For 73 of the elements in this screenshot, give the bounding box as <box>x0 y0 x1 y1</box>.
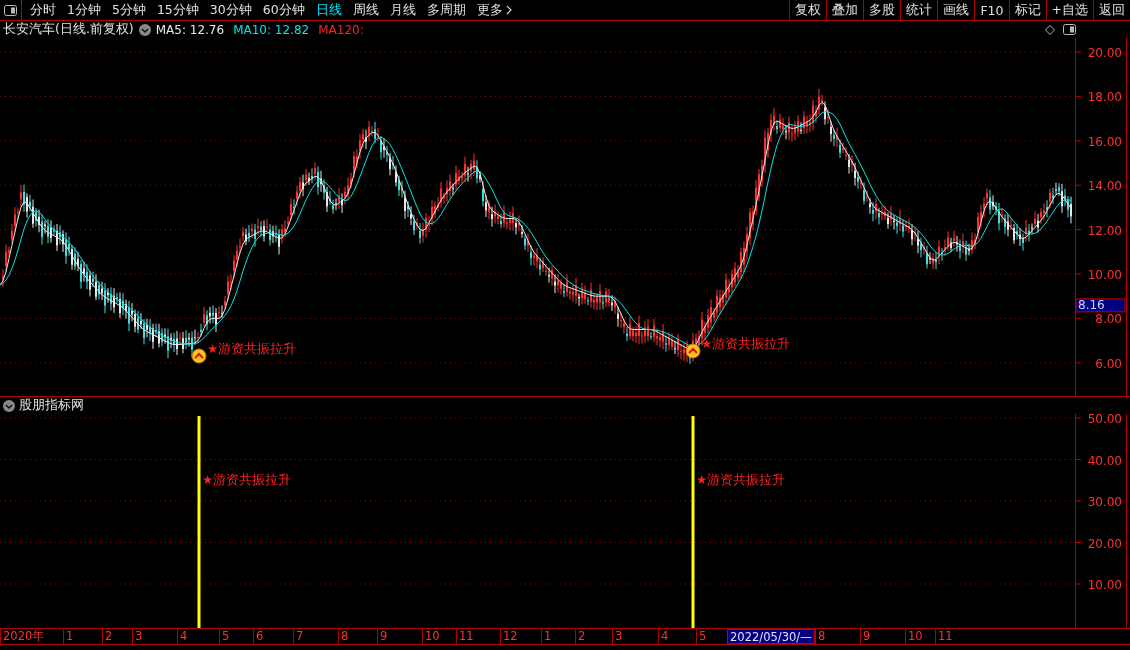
signal-marker-icon <box>191 348 207 364</box>
signal-label: ★游资共振拉升 <box>202 472 292 487</box>
price-tick: 14.00 <box>1087 179 1122 194</box>
indicator-tick: 50.00 <box>1087 414 1122 426</box>
price-tick: 10.00 <box>1087 268 1122 282</box>
period-tab[interactable]: 5分钟 <box>111 1 146 19</box>
price-tick: 16.00 <box>1087 134 1122 149</box>
price-tag: 8.16 <box>1075 297 1126 313</box>
date-label: 10 <box>905 629 935 644</box>
dropdown-icon[interactable] <box>138 23 151 36</box>
price-tick: 18.00 <box>1087 90 1122 105</box>
date-label: 4 <box>658 629 696 644</box>
indicator-tick: 30.00 <box>1087 495 1122 509</box>
toolbar-button[interactable]: 标记 <box>1008 0 1046 20</box>
price-tick: 8.00 <box>1095 312 1122 327</box>
date-label: 12 <box>500 629 541 644</box>
price-tick: 6.00 <box>1095 356 1122 371</box>
indicator-tick: 20.00 <box>1087 536 1122 551</box>
date-label: 3 <box>132 629 177 644</box>
date-label: 4 <box>177 629 219 644</box>
date-label: 11 <box>456 629 500 644</box>
date-label: 8 <box>338 629 377 644</box>
toolbar-button[interactable]: +自选 <box>1045 0 1093 20</box>
indicator-tick: 40.00 <box>1087 453 1122 468</box>
toolbar-button[interactable]: 多股 <box>863 0 901 20</box>
toolbar-button[interactable]: 叠加 <box>826 0 864 20</box>
panel-icon[interactable] <box>1063 24 1076 35</box>
date-label: 3 <box>612 629 658 644</box>
panel-icon[interactable] <box>4 4 17 16</box>
date-label: 11 <box>935 629 970 644</box>
date-label: 10 <box>422 629 456 644</box>
more-menu[interactable]: 更多 <box>476 1 512 19</box>
ma-value: MA10: 12.82 <box>233 22 310 37</box>
period-tab[interactable]: 60分钟 <box>262 1 305 19</box>
toolbar-button[interactable]: F10 <box>974 0 1009 20</box>
period-tab[interactable]: 15分钟 <box>156 1 199 19</box>
date-label: 9 <box>860 629 905 644</box>
date-label: 8 <box>815 629 860 644</box>
stock-title: 长安汽车(日线.前复权) <box>3 21 134 38</box>
date-label: 2020年 <box>0 629 63 644</box>
period-tab[interactable]: 分时 <box>30 1 56 19</box>
date-label: 2 <box>575 629 612 644</box>
date-label: 6 <box>253 629 293 644</box>
date-label: 1 <box>541 629 575 644</box>
price-tick: 12.00 <box>1087 223 1122 238</box>
date-label: 9 <box>377 629 422 644</box>
indicator-title: 股朋指标网 <box>19 397 84 414</box>
price-tick: 20.00 <box>1087 46 1122 60</box>
toolbar-button[interactable]: 复权 <box>789 0 827 20</box>
period-tab[interactable]: 30分钟 <box>209 1 252 19</box>
toolbar-button[interactable]: 画线 <box>937 0 975 20</box>
signal-label: ★游资共振拉升 <box>207 341 297 356</box>
signal-marker-icon <box>685 343 701 359</box>
period-tab[interactable]: 1分钟 <box>67 1 101 19</box>
signal-label: ★游资共振拉升 <box>696 472 786 487</box>
toolbar-button[interactable]: 返回 <box>1093 0 1130 20</box>
ma-value: MA5: 12.76 <box>155 22 225 37</box>
date-label: 5 <box>219 629 253 644</box>
period-tab[interactable]: 月线 <box>389 1 416 19</box>
period-tab[interactable]: 日线 <box>315 1 342 19</box>
date-label: 2 <box>102 629 132 644</box>
date-label: 7 <box>293 629 338 644</box>
signal-label: ★游资共振拉升 <box>701 336 791 351</box>
diamond-icon[interactable] <box>1045 24 1055 35</box>
toolbar-button[interactable]: 统计 <box>900 0 938 20</box>
cursor-date: 2022/05/30/— <box>727 629 815 644</box>
ma-value: MA120: <box>318 22 364 37</box>
indicator-tick: 10.00 <box>1087 578 1122 592</box>
date-label: 1 <box>63 629 102 644</box>
dropdown-icon[interactable] <box>3 399 15 412</box>
chevron-right-icon <box>505 5 512 15</box>
period-tab[interactable]: 周线 <box>352 1 379 19</box>
period-tab[interactable]: 多周期 <box>426 1 466 19</box>
